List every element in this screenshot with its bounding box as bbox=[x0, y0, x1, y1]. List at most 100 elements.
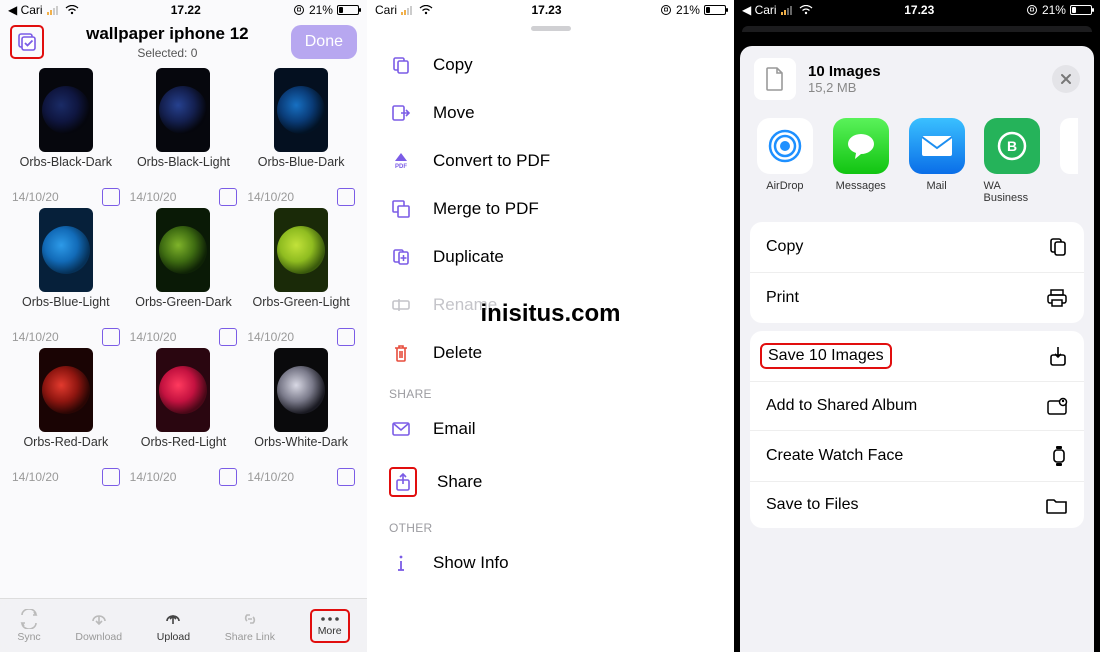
selection-count: Selected: 0 bbox=[44, 46, 291, 60]
share-icon bbox=[389, 467, 417, 497]
sheet-handle[interactable] bbox=[531, 26, 571, 31]
menu-merge-pdf[interactable]: Merge to PDF bbox=[367, 185, 734, 233]
duplicate-icon bbox=[389, 247, 413, 267]
file-cell[interactable]: Orbs-Black-Dark14/10/20 bbox=[8, 68, 124, 206]
action-save-images[interactable]: Save 10 Images bbox=[750, 331, 1084, 382]
battery-pct: 21% bbox=[309, 3, 333, 17]
action-menu-pane: Cari 17.23 21% Copy Move PDF Convert to … bbox=[367, 0, 734, 652]
file-cell[interactable]: Orbs-Green-Dark14/10/20 bbox=[126, 208, 242, 346]
menu-rename: Rename bbox=[367, 281, 734, 329]
copy-icon bbox=[1048, 236, 1068, 258]
file-cell[interactable]: Orbs-Red-Light14/10/20 bbox=[126, 348, 242, 486]
more-button[interactable]: More bbox=[310, 609, 350, 643]
status-bar: Cari 17.23 21% bbox=[367, 0, 734, 20]
file-name: Orbs-Blue-Dark bbox=[258, 156, 345, 186]
file-checkbox[interactable] bbox=[102, 328, 120, 346]
signal-icon bbox=[47, 5, 61, 15]
document-icon bbox=[754, 58, 796, 100]
pdf-icon: PDF bbox=[389, 151, 413, 171]
bottom-toolbar: Sync Download Upload Share Link More bbox=[0, 598, 367, 652]
app-airdrop[interactable]: AirDrop bbox=[756, 118, 814, 192]
file-thumbnail bbox=[39, 68, 93, 152]
file-cell[interactable]: Orbs-Red-Dark14/10/20 bbox=[8, 348, 124, 486]
folder-icon bbox=[1046, 496, 1068, 514]
svg-text:PDF: PDF bbox=[395, 164, 407, 170]
share-apps-row[interactable]: AirDrop Messages Mail B WA Business bbox=[740, 112, 1094, 214]
app-more[interactable] bbox=[1059, 118, 1078, 180]
file-checkbox[interactable] bbox=[337, 328, 355, 346]
section-share: SHARE bbox=[367, 377, 734, 405]
move-icon bbox=[389, 103, 413, 123]
file-name: Orbs-Red-Light bbox=[141, 436, 226, 466]
action-print[interactable]: Print bbox=[750, 273, 1084, 323]
select-all-button[interactable] bbox=[10, 25, 44, 59]
file-name: Orbs-Red-Dark bbox=[23, 436, 108, 466]
file-name: Orbs-White-Dark bbox=[254, 436, 348, 466]
file-name: Orbs-Black-Light bbox=[137, 156, 230, 186]
share-title: 10 Images bbox=[808, 63, 881, 80]
menu-duplicate[interactable]: Duplicate bbox=[367, 233, 734, 281]
copy-icon bbox=[389, 55, 413, 75]
file-thumbnail bbox=[274, 348, 328, 432]
share-sheet: 10 Images 15,2 MB AirDrop Messages bbox=[740, 46, 1094, 652]
file-cell[interactable]: Orbs-Blue-Light14/10/20 bbox=[8, 208, 124, 346]
battery-pct: 21% bbox=[676, 3, 700, 17]
file-cell[interactable]: Orbs-White-Dark14/10/20 bbox=[243, 348, 359, 486]
close-button[interactable] bbox=[1052, 65, 1080, 93]
action-create-watch-face[interactable]: Create Watch Face bbox=[750, 431, 1084, 482]
signal-icon bbox=[401, 5, 415, 15]
action-group-2: Save 10 Images Add to Shared Album Creat… bbox=[750, 331, 1084, 528]
info-icon bbox=[389, 553, 413, 573]
action-add-shared-album[interactable]: Add to Shared Album bbox=[750, 382, 1084, 431]
app-messages[interactable]: Messages bbox=[832, 118, 890, 192]
status-bar: ◀ Cari 17.22 21% bbox=[0, 0, 367, 20]
share-link-button[interactable]: Share Link bbox=[225, 609, 275, 643]
file-checkbox[interactable] bbox=[337, 468, 355, 486]
back-carrier: ◀ Cari bbox=[742, 3, 777, 17]
merge-icon bbox=[389, 199, 413, 219]
file-date: 14/10/20 bbox=[247, 190, 294, 204]
file-checkbox[interactable] bbox=[102, 468, 120, 486]
wifi-icon bbox=[419, 5, 433, 15]
upload-button[interactable]: Upload bbox=[157, 609, 190, 643]
action-copy[interactable]: Copy bbox=[750, 222, 1084, 273]
file-cell[interactable]: Orbs-Blue-Dark 14/10/20 bbox=[243, 68, 359, 206]
menu-share[interactable]: Share bbox=[367, 453, 734, 511]
menu-show-info[interactable]: Show Info bbox=[367, 539, 734, 587]
menu-copy[interactable]: Copy bbox=[367, 41, 734, 89]
file-checkbox[interactable] bbox=[219, 188, 237, 206]
trash-icon bbox=[389, 343, 413, 363]
action-save-to-files[interactable]: Save to Files bbox=[750, 482, 1084, 528]
menu-convert-pdf[interactable]: PDF Convert to PDF bbox=[367, 137, 734, 185]
battery-pct: 21% bbox=[1042, 3, 1066, 17]
share-sheet-pane: ◀ Cari 17.23 21% 10 Images 15,2 MB bbox=[734, 0, 1100, 652]
menu-email[interactable]: Email bbox=[367, 405, 734, 453]
file-thumbnail bbox=[274, 208, 328, 292]
app-wa-business[interactable]: B WA Business bbox=[983, 118, 1041, 204]
status-time: 17.23 bbox=[904, 3, 934, 17]
file-checkbox[interactable] bbox=[219, 468, 237, 486]
download-icon bbox=[1048, 345, 1068, 367]
menu-delete[interactable]: Delete bbox=[367, 329, 734, 377]
sync-button[interactable]: Sync bbox=[17, 609, 40, 643]
done-button[interactable]: Done bbox=[291, 25, 357, 59]
file-checkbox[interactable] bbox=[219, 328, 237, 346]
battery-icon bbox=[1070, 5, 1092, 15]
files-pane: ◀ Cari 17.22 21% wallpaper iphone 12 Sel… bbox=[0, 0, 367, 652]
file-cell[interactable]: Orbs-Green-Light14/10/20 bbox=[243, 208, 359, 346]
file-checkbox[interactable] bbox=[102, 188, 120, 206]
file-checkbox[interactable] bbox=[337, 188, 355, 206]
file-date: 14/10/20 bbox=[12, 330, 59, 344]
rotation-lock-icon bbox=[293, 4, 305, 16]
share-subtitle: 15,2 MB bbox=[808, 80, 881, 95]
download-button[interactable]: Download bbox=[75, 609, 122, 643]
back-carrier: ◀ Cari bbox=[8, 3, 43, 17]
file-date: 14/10/20 bbox=[247, 330, 294, 344]
menu-move[interactable]: Move bbox=[367, 89, 734, 137]
shared-album-icon bbox=[1046, 396, 1068, 416]
status-time: 17.22 bbox=[171, 3, 201, 17]
rename-icon bbox=[389, 295, 413, 315]
app-mail[interactable]: Mail bbox=[908, 118, 966, 192]
svg-text:B: B bbox=[1007, 138, 1017, 154]
file-cell[interactable]: Orbs-Black-Light14/10/20 bbox=[126, 68, 242, 206]
